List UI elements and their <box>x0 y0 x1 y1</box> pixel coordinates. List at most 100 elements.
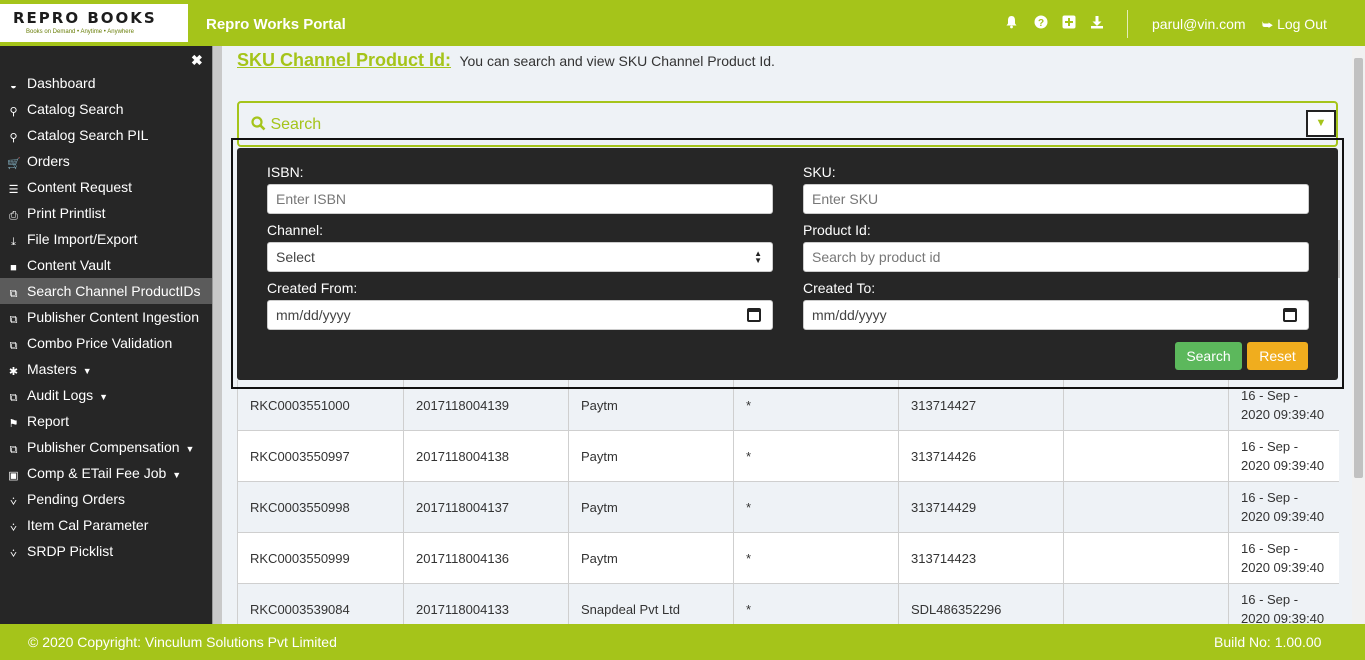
table-cell-isbn: 2017118004133 <box>403 584 568 624</box>
table-row[interactable]: RKC0003550998 2017118004137 Paytm * 31371442… <box>237 482 1339 533</box>
sidebar-item[interactable]: ⩒ SRDP Picklist <box>0 538 212 564</box>
table-cell-flag: * <box>733 482 898 533</box>
sidebar-item[interactable]: ⧉ Publisher Content Ingestion <box>0 304 212 330</box>
table-cell-sku: RKC0003539084 <box>237 584 403 624</box>
table-cell-channel: Paytm <box>568 431 733 482</box>
table-cell-extra <box>1063 482 1228 533</box>
sidebar-item-label: Search Channel ProductIDs <box>27 283 201 299</box>
table-cell-flag: * <box>733 533 898 584</box>
product-id-input[interactable] <box>803 242 1309 272</box>
date-line: 2020 09:39:40 <box>1241 560 1325 575</box>
plus-square-icon[interactable] <box>1062 15 1076 29</box>
sidebar-item[interactable]: ▣ Comp & ETail Fee Job ▼ <box>0 460 212 486</box>
sidebar-item[interactable]: ⎙ Print Printlist <box>0 200 212 226</box>
money-icon: ▣ <box>8 470 19 482</box>
channel-label: Channel: <box>267 222 324 238</box>
build-number: Build No: 1.00.00 <box>1214 634 1322 650</box>
sidebar-item[interactable]: 🛒 Orders <box>0 148 212 174</box>
date-line: 2020 09:39:40 <box>1241 611 1325 624</box>
sidebar-item[interactable]: ⧉ Audit Logs ▼ <box>0 382 212 408</box>
scrollbar-thumb[interactable] <box>1354 58 1363 478</box>
sidebar-item[interactable]: ■ Content Vault <box>0 252 212 278</box>
table-cell-flag: * <box>733 584 898 624</box>
flag-icon: ⚑ <box>8 418 19 430</box>
copy-icon: ⧉ <box>9 314 18 326</box>
sidebar-item[interactable]: ⚑ Report <box>0 408 212 434</box>
sidebar-item-label: Comp & ETail Fee Job <box>27 465 167 481</box>
sidebar-item[interactable]: ◒ Dashboard <box>0 70 212 96</box>
sidebar-item-label: Dashboard <box>27 75 96 91</box>
sidebar-item[interactable]: ☰ Content Request <box>0 174 212 200</box>
cart-plus-icon: ⩒ <box>10 522 17 534</box>
sidebar-item[interactable]: ✱ Masters ▼ <box>0 356 212 382</box>
isbn-label: ISBN: <box>267 164 304 180</box>
date-line: 2020 09:39:40 <box>1241 509 1325 524</box>
sidebar-item[interactable]: ⩒ Pending Orders <box>0 486 212 512</box>
sidebar-item-label: SRDP Picklist <box>27 543 114 559</box>
chevron-down-icon[interactable]: ▼ <box>1306 110 1336 137</box>
table-cell-isbn: 2017118004138 <box>403 431 568 482</box>
channel-select[interactable]: Select ▲ ▼ <box>267 242 773 272</box>
caret-down-icon: ▼ <box>172 470 182 480</box>
sidebar-item-label: Report <box>27 413 70 429</box>
search-icon: ⚲ <box>9 106 18 118</box>
close-icon[interactable]: ✖ <box>191 52 203 69</box>
vertical-scrollbar[interactable] <box>1352 46 1365 624</box>
logout-link[interactable]: ⮩ Log Out <box>1262 16 1327 33</box>
isbn-input[interactable] <box>267 184 773 214</box>
sidebar-divider[interactable] <box>212 46 222 624</box>
table-cell-channel: Paytm <box>568 533 733 584</box>
table-cell-sku: RKC0003550999 <box>237 533 403 584</box>
page-title: SKU Channel Product Id: <box>237 50 452 70</box>
download-icon[interactable] <box>1090 15 1104 29</box>
calendar-icon[interactable] <box>747 308 761 322</box>
sidebar-item-label: Pending Orders <box>27 491 126 507</box>
sidebar-item[interactable]: ⩒ Item Cal Parameter <box>0 512 212 538</box>
product-id-label: Product Id: <box>803 222 871 238</box>
sidebar-item[interactable]: ⚲ Catalog Search <box>0 96 212 122</box>
table-cell-channel: Snapdeal Pvt Ltd <box>568 584 733 624</box>
sidebar-item[interactable]: ⧉ Publisher Compensation ▼ <box>0 434 212 460</box>
sidebar-item-label: Combo Price Validation <box>27 335 173 351</box>
sidebar-item-label: Catalog Search PIL <box>27 127 149 143</box>
sku-label: SKU: <box>803 164 836 180</box>
sidebar-item-label: Catalog Search <box>27 101 124 117</box>
sidebar-item-label: File Import/Export <box>27 231 138 247</box>
channel-select-value: Select <box>276 249 315 265</box>
question-icon[interactable]: ? <box>1034 15 1048 29</box>
sidebar-item[interactable]: ⧉ Combo Price Validation <box>0 330 212 356</box>
table-cell-product-id: 313714423 <box>898 533 1063 584</box>
sidebar-item-label: Print Printlist <box>27 205 106 221</box>
logo-tagline: Books on Demand • Anytime • Anywhere <box>26 29 134 35</box>
sidebar-item[interactable]: ⚲ Catalog Search PIL <box>0 122 212 148</box>
table-cell-isbn: 2017118004136 <box>403 533 568 584</box>
date-line: 2020 09:39:40 <box>1241 458 1325 473</box>
sidebar-item[interactable]: ⧉ Search Channel ProductIDs <box>0 278 212 304</box>
sidebar-item-label: Publisher Compensation <box>27 439 180 455</box>
created-to-label: Created To: <box>803 280 876 296</box>
user-email[interactable]: parul@vin.com <box>1152 16 1246 32</box>
date-line: 16 - Sep - <box>1241 592 1299 607</box>
navbar-separator <box>1127 10 1128 38</box>
created-to-date[interactable]: mm/dd/yyyy <box>803 300 1309 330</box>
created-from-date[interactable]: mm/dd/yyyy <box>267 300 773 330</box>
logout-label: Log Out <box>1277 16 1327 32</box>
reset-button[interactable]: Reset <box>1247 342 1308 370</box>
search-button[interactable]: Search <box>1175 342 1242 370</box>
copy-icon: ⧉ <box>9 444 18 456</box>
svg-text:?: ? <box>1038 18 1044 29</box>
folder-icon: ■ <box>10 262 17 274</box>
table-row[interactable]: RKC0003550997 2017118004138 Paytm * 31371442… <box>237 431 1339 482</box>
sidebar-item[interactable]: ⤓ File Import/Export <box>0 226 212 252</box>
table-row[interactable]: RKC0003550999 2017118004136 Paytm * 31371442… <box>237 533 1339 584</box>
table-cell-sku: RKC0003550997 <box>237 431 403 482</box>
date-line: 16 - Sep - <box>1241 439 1299 454</box>
table-cell-sku: RKC0003550998 <box>237 482 403 533</box>
created-to-value: mm/dd/yyyy <box>812 307 887 323</box>
sidebar-item-label: Publisher Content Ingestion <box>27 309 199 325</box>
bell-icon[interactable] <box>1004 15 1018 29</box>
table-row[interactable]: RKC0003539084 2017118004133 Snapdeal Pvt L… <box>237 584 1339 624</box>
sku-input[interactable] <box>803 184 1309 214</box>
repro-books-logo[interactable]: REPRO BOOKS Books on Demand • Anytime • … <box>0 4 188 42</box>
calendar-icon[interactable] <box>1283 308 1297 322</box>
